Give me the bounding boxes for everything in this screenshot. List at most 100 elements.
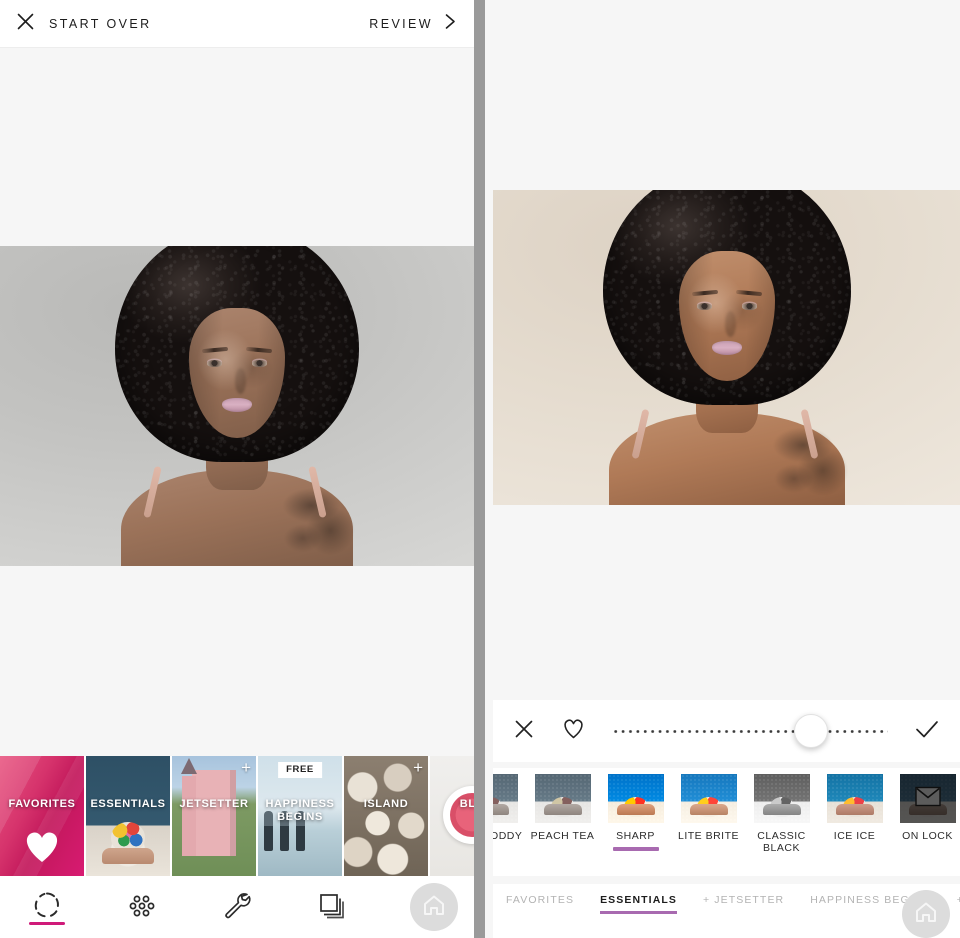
eye-left bbox=[207, 360, 222, 367]
filter-item[interactable]: ON LOCK bbox=[891, 768, 960, 876]
pack-tile[interactable]: + JETSETTER bbox=[172, 756, 258, 876]
active-indicator bbox=[612, 847, 659, 851]
home-button[interactable] bbox=[902, 890, 950, 938]
pack-title: BLU bbox=[459, 798, 474, 810]
portrait-subject bbox=[577, 190, 877, 505]
eye-right bbox=[252, 360, 267, 367]
sidebar-item-filters[interactable] bbox=[0, 876, 95, 938]
filter-item[interactable]: HOT TODDY bbox=[493, 768, 526, 876]
filter-ring-icon[interactable] bbox=[32, 890, 62, 925]
filter-name: PEACH TEA bbox=[530, 830, 595, 842]
filter-thumbnail[interactable] bbox=[826, 774, 883, 823]
category-tab[interactable]: + JETSETTER bbox=[690, 894, 797, 906]
pack-tile[interactable]: FREE HAPPINESS BEGINS bbox=[258, 756, 344, 876]
pack-tile[interactable]: BLU bbox=[430, 756, 474, 876]
thumbnail-artwork-hands bbox=[835, 804, 874, 815]
pack-artwork bbox=[443, 786, 474, 844]
sidebar-item-effects[interactable] bbox=[95, 876, 190, 938]
filter-name: HOT TODDY bbox=[493, 830, 523, 842]
thumbnail-artwork-hands bbox=[616, 804, 655, 815]
filter-pack-carousel[interactable]: FAVORITES ESSENTIALS + JETSETTER FREE HA… bbox=[0, 756, 474, 876]
heart-icon bbox=[22, 828, 62, 869]
nose bbox=[724, 311, 736, 337]
filter-thumbnail[interactable] bbox=[534, 774, 591, 823]
photo-filtered bbox=[493, 190, 960, 505]
filter-thumbnail-strip[interactable]: HOT TODDY PEACH TEA SHARP LITE BRITE CLASSIC… bbox=[493, 768, 960, 876]
eye-right bbox=[741, 303, 757, 310]
sidebar-item-layers[interactable] bbox=[284, 876, 379, 938]
pack-artwork bbox=[181, 758, 236, 856]
dots-cluster-icon[interactable] bbox=[127, 890, 157, 925]
filter-item[interactable]: ICE ICE bbox=[818, 768, 891, 876]
filter-category-tabs[interactable]: FAVORITES ESSENTIALS + JETSETTER HAPPINESS … bbox=[493, 884, 960, 938]
review-label: REVIEW bbox=[369, 16, 433, 31]
filter-name: ON LOCK bbox=[902, 830, 953, 842]
close-icon[interactable] bbox=[16, 12, 35, 36]
pack-title: JETSETTER bbox=[179, 798, 249, 810]
category-label: FAVORITES bbox=[506, 894, 575, 906]
plus-icon[interactable]: + bbox=[413, 759, 423, 776]
slider-knob[interactable] bbox=[793, 714, 828, 748]
start-over-label: START OVER bbox=[49, 16, 152, 31]
pack-title: HAPPINESS BEGINS bbox=[265, 798, 335, 823]
filter-thumbnail[interactable] bbox=[753, 774, 810, 823]
thumbnail-artwork-hands bbox=[543, 804, 582, 815]
screen-divider bbox=[474, 0, 485, 938]
start-over-button[interactable]: START OVER bbox=[16, 12, 152, 36]
filter-name: CLASSIC BLACK bbox=[757, 830, 806, 854]
filter-name: LITE BRITE bbox=[677, 830, 739, 842]
pack-tile[interactable]: + ISLAND bbox=[344, 756, 430, 876]
pack-title: ISLAND bbox=[363, 798, 409, 810]
slider-track-dots bbox=[612, 729, 888, 733]
filter-thumbnail[interactable] bbox=[680, 774, 737, 823]
left-photo-canvas[interactable] bbox=[0, 246, 474, 566]
filter-name: SHARP bbox=[616, 830, 655, 842]
confirm-button[interactable] bbox=[914, 718, 940, 745]
category-tab[interactable]: FAVORITES bbox=[493, 894, 587, 906]
layers-icon[interactable] bbox=[316, 890, 348, 925]
pack-artwork-hands bbox=[102, 848, 154, 864]
left-screen: START OVER REVIEW FAVORITES ESSENTIALS +… bbox=[0, 0, 474, 938]
active-indicator bbox=[29, 922, 66, 925]
favorite-button[interactable] bbox=[561, 717, 586, 745]
envelope-icon[interactable] bbox=[914, 786, 941, 811]
filter-thumbnail[interactable] bbox=[605, 772, 666, 825]
home-icon[interactable] bbox=[913, 899, 939, 930]
filter-name: ICE ICE bbox=[833, 830, 876, 842]
pack-title: ESSENTIALS bbox=[90, 798, 166, 810]
thumbnail-artwork-hands bbox=[689, 804, 728, 815]
filter-item[interactable]: PEACH TEA bbox=[526, 768, 599, 876]
active-indicator bbox=[600, 911, 677, 914]
filter-intensity-bar bbox=[493, 700, 960, 762]
home-button[interactable] bbox=[410, 883, 458, 931]
pack-tile[interactable]: FAVORITES bbox=[0, 756, 86, 876]
pack-tile[interactable]: ESSENTIALS bbox=[86, 756, 172, 876]
nose bbox=[235, 368, 246, 394]
thumbnail-artwork-hands bbox=[493, 804, 509, 815]
intensity-slider[interactable] bbox=[612, 711, 888, 751]
filter-thumbnail[interactable] bbox=[493, 774, 518, 823]
category-label: + JETSETTER bbox=[703, 894, 785, 906]
filter-thumbnail[interactable] bbox=[899, 774, 956, 823]
filter-item[interactable]: CLASSIC BLACK bbox=[745, 768, 818, 876]
pack-title: FAVORITES bbox=[8, 798, 76, 810]
left-bottom-toolbar bbox=[0, 876, 474, 938]
filter-item[interactable]: LITE BRITE bbox=[672, 768, 745, 876]
filter-item[interactable]: SHARP bbox=[599, 768, 672, 876]
sidebar-item-tools[interactable] bbox=[190, 876, 285, 938]
category-tab[interactable]: ESSENTIALS bbox=[587, 894, 690, 914]
chevron-right-icon[interactable] bbox=[443, 12, 458, 36]
free-badge: FREE bbox=[278, 762, 322, 778]
right-screen: HOT TODDY PEACH TEA SHARP LITE BRITE CLASSIC… bbox=[485, 0, 960, 938]
cancel-button[interactable] bbox=[513, 718, 535, 745]
portrait-subject bbox=[87, 246, 387, 566]
wrench-icon[interactable] bbox=[221, 890, 253, 925]
category-label: + IS bbox=[957, 894, 960, 906]
photo-unfiltered bbox=[0, 246, 474, 566]
home-icon[interactable] bbox=[421, 892, 447, 923]
right-photo-canvas[interactable] bbox=[493, 190, 960, 505]
category-label: ESSENTIALS bbox=[600, 894, 677, 906]
eye-left bbox=[696, 303, 712, 310]
review-button[interactable]: REVIEW bbox=[369, 12, 458, 36]
plus-icon[interactable]: + bbox=[241, 759, 251, 776]
